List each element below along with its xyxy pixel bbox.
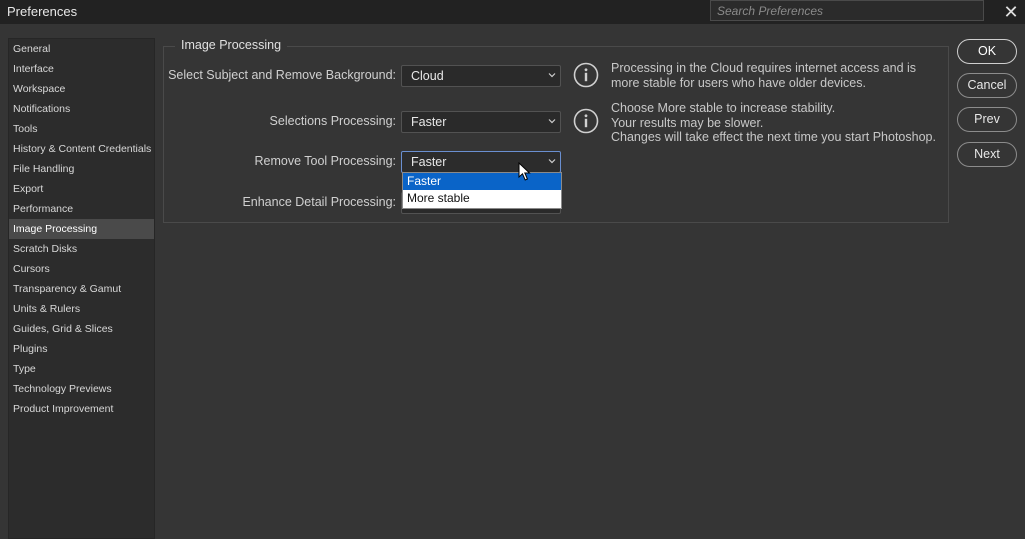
info-icon <box>573 62 599 88</box>
search-input[interactable] <box>710 0 984 21</box>
enhance-detail-processing-label: Enhance Detail Processing: <box>242 195 396 209</box>
next-button[interactable]: Next <box>957 142 1017 167</box>
group-title: Image Processing <box>175 38 288 52</box>
chevron-down-icon <box>548 159 556 164</box>
cloud-info-line-1: Processing in the Cloud requires interne… <box>611 61 917 75</box>
cancel-button[interactable]: Cancel <box>957 73 1017 98</box>
sidebar-item-technology-previews[interactable]: Technology Previews <box>9 379 154 399</box>
sidebar-item-type[interactable]: Type <box>9 359 154 379</box>
sidebar-item-transparency-gamut[interactable]: Transparency & Gamut <box>9 279 154 299</box>
selections-processing-value: Faster <box>411 115 447 129</box>
stability-info-line-3: Changes will take effect the next time y… <box>611 130 936 144</box>
sidebar-item-guides-grid-slices[interactable]: Guides, Grid & Slices <box>9 319 154 339</box>
sidebar-item-image-processing[interactable]: Image Processing <box>9 219 154 239</box>
mouse-pointer-icon <box>518 162 531 181</box>
sidebar-item-product-improvement[interactable]: Product Improvement <box>9 399 154 419</box>
stability-info-line-1: Choose More stable to increase stability… <box>611 101 836 115</box>
cloud-info-line-2: more stable for users who have older dev… <box>611 75 866 90</box>
option-faster[interactable]: Faster <box>403 173 561 190</box>
remove-tool-processing-value: Faster <box>411 155 447 169</box>
sidebar-item-workspace[interactable]: Workspace <box>9 79 154 99</box>
selections-processing-label: Selections Processing: <box>269 114 396 128</box>
remove-tool-processing-label: Remove Tool Processing: <box>254 154 396 168</box>
preferences-window: Preferences ✕ General Interface Workspac… <box>0 0 1025 539</box>
cloud-info-text: Processing in the Cloud requires interne… <box>611 61 916 90</box>
option-more-stable[interactable]: More stable <box>403 190 561 207</box>
sidebar-item-units-rulers[interactable]: Units & Rulers <box>9 299 154 319</box>
stability-info-text: Choose More stable to increase stability… <box>611 101 936 145</box>
chevron-down-icon <box>548 119 556 124</box>
sidebar-item-general[interactable]: General <box>9 39 154 59</box>
prev-button[interactable]: Prev <box>957 107 1017 132</box>
select-subject-value: Cloud <box>411 69 444 83</box>
selections-processing-dropdown[interactable]: Faster <box>401 111 561 133</box>
close-icon[interactable]: ✕ <box>1000 1 1022 23</box>
window-title: Preferences <box>7 4 78 19</box>
chevron-down-icon <box>548 73 556 78</box>
sidebar-item-cursors[interactable]: Cursors <box>9 259 154 279</box>
title-bar: Preferences ✕ <box>0 0 1025 24</box>
select-subject-dropdown[interactable]: Cloud <box>401 65 561 87</box>
select-subject-label: Select Subject and Remove Background: <box>168 68 396 82</box>
ok-button[interactable]: OK <box>957 39 1017 64</box>
info-icon <box>573 108 599 134</box>
sidebar-item-scratch-disks[interactable]: Scratch Disks <box>9 239 154 259</box>
stability-info-line-2: Your results may be slower. <box>611 115 764 130</box>
remove-tool-processing-dropdown[interactable]: Faster <box>401 151 561 173</box>
sidebar-item-plugins[interactable]: Plugins <box>9 339 154 359</box>
remove-tool-processing-options: Faster More stable <box>402 172 562 209</box>
